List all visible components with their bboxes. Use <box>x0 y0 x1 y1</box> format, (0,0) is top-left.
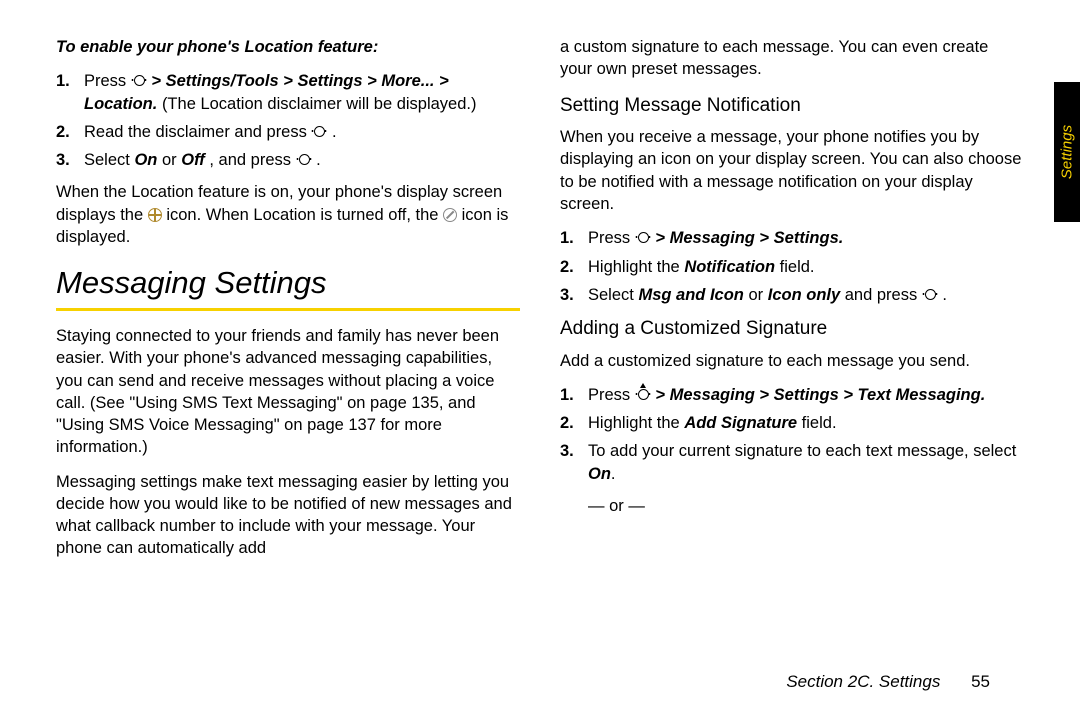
side-tab-label: Settings <box>1059 125 1076 179</box>
ok-press-icon <box>922 288 938 302</box>
list-item: 3. To add your current signature to each… <box>588 440 1024 485</box>
messaging-intro-continued: a custom signature to each message. You … <box>560 36 1024 81</box>
list-item: 1. Press > Messaging > Settings > Text M… <box>588 384 1024 406</box>
page-footer: Section 2C. Settings 55 <box>786 672 990 692</box>
location-off-icon <box>443 208 457 222</box>
location-steps: 1. Press > Settings/Tools > Settings > M… <box>56 70 520 171</box>
list-item: 2. Highlight the Add Signature field. <box>588 412 1024 434</box>
notification-heading: Setting Message Notification <box>560 93 1024 119</box>
left-column: To enable your phone's Location feature:… <box>56 36 520 644</box>
signature-heading: Adding a Customized Signature <box>560 316 1024 342</box>
ok-press-icon <box>635 388 651 402</box>
ok-press-icon <box>635 231 651 245</box>
or-separator: — or — <box>560 495 1024 517</box>
list-item: 3. Select On or Off , and press . <box>84 149 520 171</box>
side-tab: Settings <box>1054 82 1080 222</box>
ok-press-icon <box>311 125 327 139</box>
list-item: 1. Press > Messaging > Settings. <box>588 227 1024 249</box>
location-on-icon <box>148 208 162 222</box>
messaging-intro-2: Messaging settings make text messaging e… <box>56 471 520 560</box>
ok-press-icon <box>296 153 312 167</box>
right-column: a custom signature to each message. You … <box>560 36 1024 644</box>
content-columns: To enable your phone's Location feature:… <box>56 36 1024 644</box>
signature-paragraph: Add a customized signature to each messa… <box>560 350 1024 372</box>
enable-location-heading: To enable your phone's Location feature: <box>56 36 520 58</box>
location-icon-paragraph: When the Location feature is on, your ph… <box>56 181 520 248</box>
notification-paragraph: When you receive a message, your phone n… <box>560 126 1024 215</box>
notification-steps: 1. Press > Messaging > Settings. 2. High… <box>560 227 1024 306</box>
ok-press-icon <box>131 74 147 88</box>
messaging-intro-1: Staying connected to your friends and fa… <box>56 325 520 459</box>
list-item: 3. Select Msg and Icon or Icon only and … <box>588 284 1024 306</box>
manual-page: Settings To enable your phone's Location… <box>0 0 1080 720</box>
messaging-settings-heading: Messaging Settings <box>56 262 520 304</box>
list-item: 1. Press > Settings/Tools > Settings > M… <box>84 70 520 115</box>
list-item: 2. Highlight the Notification field. <box>588 256 1024 278</box>
footer-section-label: Section 2C. Settings <box>786 672 940 691</box>
heading-rule <box>56 308 520 311</box>
signature-steps: 1. Press > Messaging > Settings > Text M… <box>560 384 1024 485</box>
list-item: 2. Read the disclaimer and press . <box>84 121 520 143</box>
footer-page-number: 55 <box>971 672 990 691</box>
